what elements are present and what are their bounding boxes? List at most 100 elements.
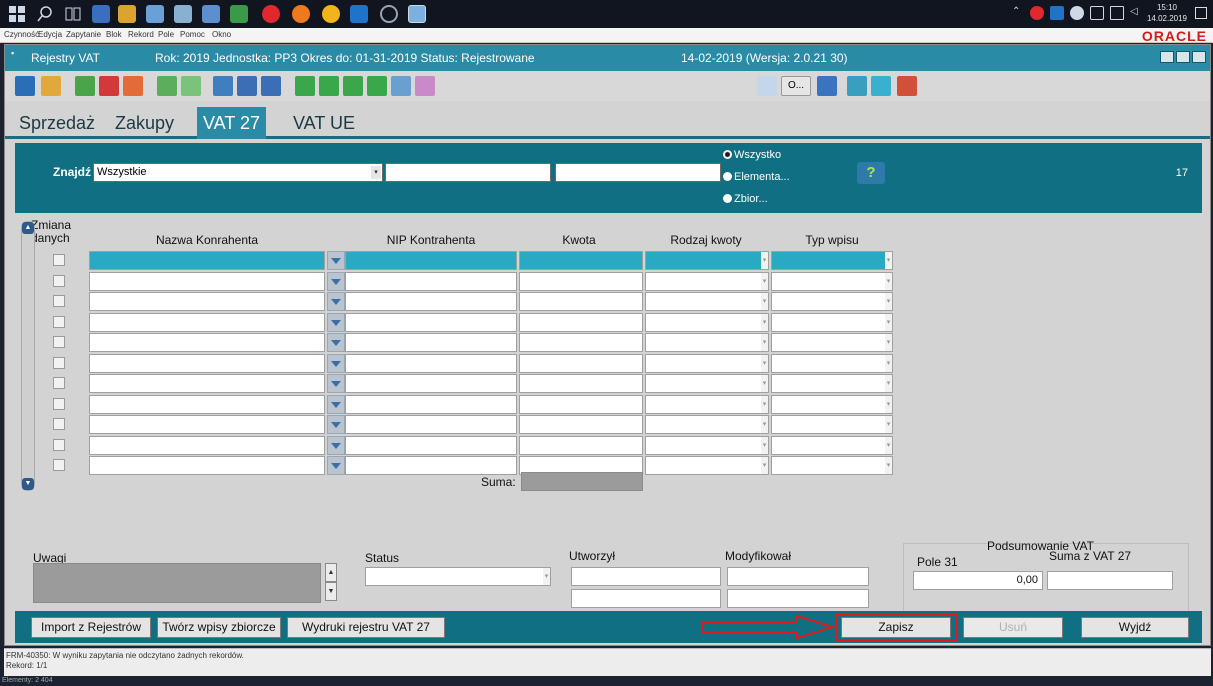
row-checkbox[interactable] [53,315,65,328]
app-icon-3[interactable] [202,5,220,23]
nip-cell[interactable] [345,374,517,393]
chevron-down-icon[interactable]: ▾ [761,313,768,331]
tab-sprzedaz[interactable]: Sprzedaż [13,107,101,139]
chevron-up-icon[interactable]: ⌃ [1012,6,1026,20]
kwota-cell[interactable] [519,333,643,352]
chevron-down-icon[interactable]: ▾ [761,395,768,413]
nazwa-cell[interactable] [89,312,325,332]
nazwa-cell[interactable] [89,333,325,352]
kwota-cell[interactable] [519,415,643,434]
radio-wszystko[interactable]: Wszystko [723,149,781,161]
kwota-cell[interactable] [519,271,643,291]
chevron-down-icon[interactable]: ▾ [761,293,768,310]
toolbar-o-button[interactable]: O... [781,76,811,96]
monitor-icon[interactable] [1110,6,1124,20]
help-question-icon[interactable]: ? [857,162,885,184]
wydruki-button[interactable]: Wydruki rejestru VAT 27 [287,617,445,638]
scroll-up-icon[interactable]: ▲ [22,222,34,234]
help-query-icon[interactable] [213,76,233,96]
rodzaj-cell[interactable]: ▾ [645,251,769,270]
exit-icon[interactable] [897,76,917,96]
app-icon-1[interactable] [146,5,164,23]
nip-cell[interactable] [345,415,517,434]
dropdown-icon[interactable] [327,251,345,270]
network-icon[interactable] [1090,6,1104,20]
typ-cell[interactable]: ▾ [771,333,893,352]
chevron-down-icon[interactable]: ▾ [885,375,892,392]
nazwa-cell[interactable] [89,456,325,475]
search-field-3[interactable] [555,163,721,182]
lov-2-icon[interactable] [261,76,281,96]
nip-cell[interactable] [345,292,517,311]
save-app-icon[interactable] [92,5,110,23]
tray-app-icon-3[interactable] [1070,6,1084,20]
nip-cell[interactable] [345,435,517,455]
status-select[interactable]: ▾ [365,567,551,586]
enter-query-icon[interactable] [157,76,177,96]
utworzyl-field-2[interactable] [571,589,721,608]
typ-cell[interactable]: ▾ [771,435,893,455]
insert-record-icon[interactable] [75,76,95,96]
rodzaj-cell[interactable]: ▾ [645,333,769,352]
row-checkbox[interactable] [53,356,65,369]
calc-icon[interactable] [871,76,891,96]
minimize-button[interactable] [1160,51,1174,63]
typ-cell[interactable]: ▾ [771,374,893,393]
typ-cell[interactable]: ▾ [771,292,893,311]
rodzaj-cell[interactable]: ▾ [645,374,769,393]
chevron-down-icon[interactable]: ▾ [885,293,892,310]
menu-pomoc[interactable]: Pomoc [180,30,205,39]
nazwa-cell[interactable] [89,271,325,291]
clear-record-icon[interactable] [123,76,143,96]
rodzaj-cell[interactable]: ▾ [645,271,769,291]
typ-cell[interactable]: ▾ [771,312,893,332]
clock[interactable]: 15:10 14.02.2019 [1147,2,1187,24]
utworzyl-field-1[interactable] [571,567,721,586]
rodzaj-cell[interactable]: ▾ [645,435,769,455]
menu-blok[interactable]: Blok [106,30,122,39]
grid-scrollbar[interactable]: ▲ ▼ [21,221,35,491]
menu-pole[interactable]: Pole [158,30,174,39]
dropdown-icon[interactable] [327,292,345,311]
chevron-down-icon[interactable]: ▾ [885,252,892,269]
uwagi-field[interactable] [33,563,321,603]
row-checkbox[interactable] [53,438,65,451]
rodzaj-cell[interactable]: ▾ [645,312,769,332]
row-checkbox[interactable] [53,295,65,307]
app-icon-2[interactable] [174,5,192,23]
kwota-cell[interactable] [519,435,643,455]
edit-icon[interactable] [415,76,435,96]
wyjdz-button[interactable]: Wyjdź [1081,617,1189,638]
nip-cell[interactable] [345,251,517,270]
menu-edycja[interactable]: Edycja [38,30,62,39]
row-checkbox[interactable] [53,377,65,389]
chrome-icon[interactable] [322,5,340,23]
restore-button[interactable] [1176,51,1190,63]
kwota-cell[interactable] [519,292,643,311]
chevron-down-icon[interactable]: ▾ [761,272,768,290]
menu-rekord[interactable]: Rekord [128,30,154,39]
nip-cell[interactable] [345,333,517,352]
radio-zbior[interactable]: Zbior... [723,193,768,205]
kwota-cell[interactable] [519,251,643,270]
chevron-down-icon[interactable]: ▾ [761,252,768,269]
typ-cell[interactable]: ▾ [771,456,893,475]
typ-cell[interactable]: ▾ [771,415,893,434]
row-checkbox[interactable] [53,418,65,430]
tworz-wpisy-button[interactable]: Twórz wpisy zbiorcze [157,617,281,638]
radio-elementa[interactable]: Elementa... [723,171,790,183]
execute-query-icon[interactable] [181,76,201,96]
nazwa-cell[interactable] [89,415,325,434]
chevron-down-icon[interactable]: ▾ [885,272,892,290]
list-values-icon[interactable] [237,76,257,96]
tray-app-icon-2[interactable] [1050,6,1064,20]
rodzaj-cell[interactable]: ▾ [645,394,769,414]
typ-cell[interactable]: ▾ [771,394,893,414]
tab-vat27[interactable]: VAT 27 [197,107,267,139]
kwota-cell[interactable] [519,394,643,414]
windows-start-icon[interactable] [8,5,26,23]
kwota-cell[interactable] [519,374,643,393]
dropdown-icon[interactable] [327,374,345,393]
chevron-down-icon[interactable]: ▾ [543,568,550,585]
nip-cell[interactable] [345,271,517,291]
